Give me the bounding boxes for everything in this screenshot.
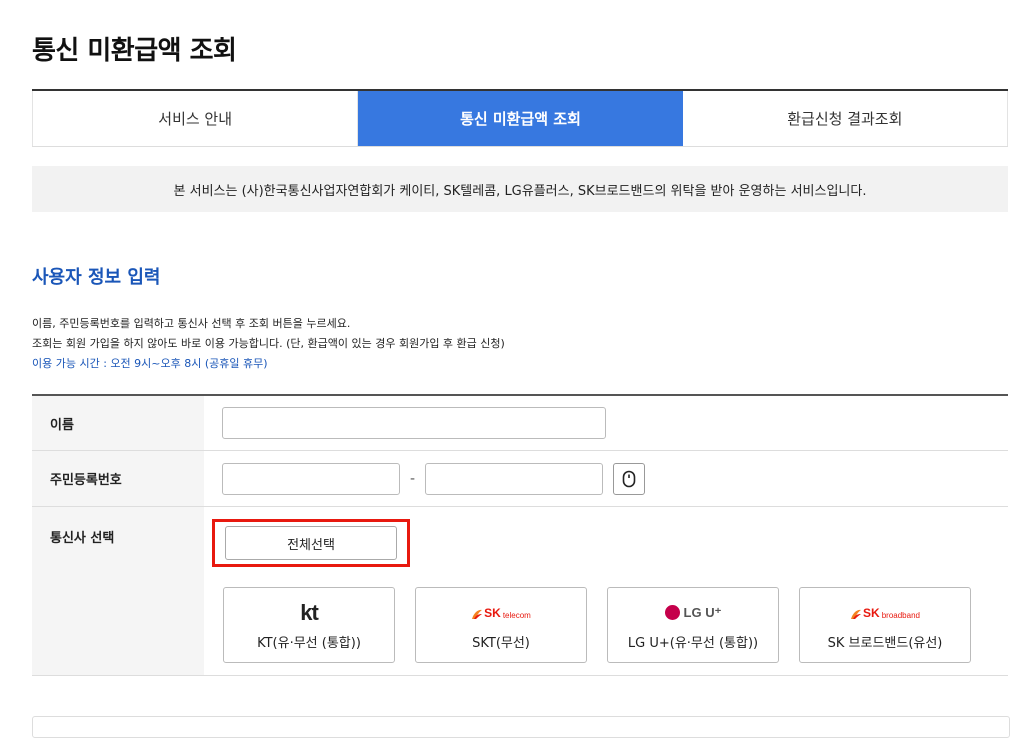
notice-banner: 본 서비스는 (사)한국통신사업자연합회가 케이티, SK텔레콤, LG유플러스… [32,166,1008,212]
tab-bar: 서비스 안내 통신 미환급액 조회 환급신청 결과조회 [32,89,1008,147]
lg-uplus-logo: LG U⁺ [664,605,721,621]
rrn-dash: - [410,470,416,487]
carrier-name: LG U+(유·무선 (통합)) [627,635,759,651]
carrier-name: KT(유·무선 (통합)) [257,635,361,651]
instruction-line-1: 이름, 주민등록번호를 입력하고 통신사 선택 후 조회 버튼을 누르세요. [32,317,351,330]
tab-refund-result[interactable]: 환급신청 결과조회 [682,91,1008,146]
carrier-kt[interactable]: kt KT(유·무선 (통합)) [223,587,395,663]
availability-hours: 이용 가능 시간 : 오전 9시~오후 8시 (공휴일 휴무) [32,357,268,370]
rrn-back-input[interactable] [425,462,604,495]
tab-service-info[interactable]: 서비스 안내 [32,91,359,146]
secure-keypad-button[interactable] [613,462,646,495]
kt-logo: kt [300,599,319,625]
sk-broadband-logo: SK broadband [850,606,920,620]
user-info-form: 이름 주민등록번호 - 통신사 선택 전체선택 kt KT(유·무선 (통합))… [32,394,1008,676]
section-title: 사용자 정보 입력 [32,267,161,288]
carrier-label: 통신사 선택 [32,507,204,675]
bottom-panel [32,716,1010,738]
highlight-box: 전체선택 [212,519,410,567]
select-all-button[interactable]: 전체선택 [225,526,397,560]
sk-telecom-logo: SK telecom [471,606,531,620]
page-title: 통신 미환급액 조회 [32,36,237,66]
carrier-list: kt KT(유·무선 (통합)) SK telecom SKT(무선) LG U… [223,587,971,663]
instruction-line-2: 조회는 회원 가입을 하지 않아도 바로 이용 가능합니다. (단, 환급액이 … [32,337,505,350]
name-input[interactable] [222,407,606,439]
rrn-label: 주민등록번호 [32,451,204,506]
instructions: 이름, 주민등록번호를 입력하고 통신사 선택 후 조회 버튼을 누르세요. 조… [32,314,505,374]
carrier-name: SK 브로드밴드(유선) [827,635,943,651]
carrier-lgu[interactable]: LG U⁺ LG U+(유·무선 (통합)) [607,587,779,663]
sk-butterfly-icon [851,609,862,619]
form-row-carrier: 통신사 선택 전체선택 kt KT(유·무선 (통합)) SK telecom [32,507,1008,676]
mouse-keypad-icon [622,470,636,487]
carrier-skt[interactable]: SK telecom SKT(무선) [415,587,587,663]
carrier-name: SKT(무선) [472,635,530,651]
sk-butterfly-icon [472,609,483,619]
tab-unrefunded-inquiry[interactable]: 통신 미환급액 조회 [358,91,683,146]
rrn-front-input[interactable] [222,462,400,495]
form-row-rrn: 주민등록번호 - [32,451,1008,507]
name-label: 이름 [32,396,204,450]
carrier-sk-broadband[interactable]: SK broadband SK 브로드밴드(유선) [799,587,971,663]
lg-circle-icon [664,605,680,620]
notice-text: 본 서비스는 (사)한국통신사업자연합회가 케이티, SK텔레콤, LG유플러스… [173,183,867,199]
form-row-name: 이름 [32,396,1008,451]
